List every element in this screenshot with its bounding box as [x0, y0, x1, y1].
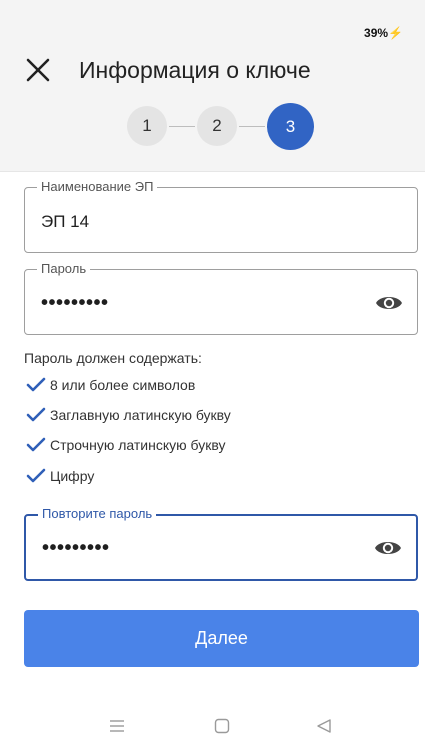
repeat-password-field[interactable]: Повторите пароль ••••••••• — [24, 506, 418, 581]
back-icon[interactable] — [314, 716, 334, 736]
requirement-text: Строчную латинскую букву — [50, 437, 226, 453]
password-value[interactable]: ••••••••• — [41, 292, 109, 315]
header-bar: 39%⚡ Информация о ключе 1 2 3 — [0, 0, 425, 172]
key-name-value[interactable]: ЭП 14 — [41, 212, 89, 232]
check-icon — [26, 377, 46, 392]
battery-level: 39% — [364, 26, 389, 40]
step-connector — [239, 126, 265, 127]
bolt-icon: ⚡ — [388, 26, 403, 40]
repeat-password-value[interactable]: ••••••••• — [42, 537, 110, 560]
key-name-field[interactable]: Наименование ЭП ЭП 14 — [24, 179, 418, 253]
step-2: 2 — [197, 106, 237, 146]
requirement-item: Строчную латинскую букву — [26, 435, 225, 455]
requirement-item: Цифру — [26, 466, 94, 486]
next-button-label: Далее — [195, 628, 248, 648]
system-nav-bar — [0, 706, 425, 742]
requirement-text: Заглавную латинскую букву — [50, 407, 231, 423]
requirement-item: Заглавную латинскую букву — [26, 405, 231, 425]
step-1: 1 — [127, 106, 167, 146]
check-icon — [26, 468, 46, 483]
page-title: Информация о ключе — [79, 57, 311, 83]
check-icon — [26, 407, 46, 422]
requirement-text: 8 или более символов — [50, 377, 196, 393]
requirement-text: Цифру — [50, 468, 95, 484]
check-icon — [26, 437, 46, 452]
menu-icon[interactable] — [107, 716, 127, 736]
stepper: 1 2 3 — [127, 103, 317, 154]
key-name-label: Наименование ЭП — [37, 179, 158, 195]
password-field[interactable]: Пароль ••••••••• — [24, 261, 418, 335]
repeat-password-label: Повторите пароль — [38, 506, 157, 522]
requirement-item: 8 или более символов — [26, 375, 195, 395]
next-button[interactable]: Далее — [24, 610, 419, 667]
eye-icon[interactable] — [375, 293, 403, 313]
requirements-title: Пароль должен содержать: — [24, 350, 202, 366]
status-bar: 39%⚡ — [364, 26, 403, 40]
step-3-active: 3 — [267, 103, 314, 150]
eye-icon[interactable] — [374, 538, 402, 558]
password-label: Пароль — [37, 261, 91, 277]
close-icon[interactable] — [24, 56, 52, 84]
home-icon[interactable] — [212, 716, 232, 736]
step-connector — [169, 126, 195, 127]
